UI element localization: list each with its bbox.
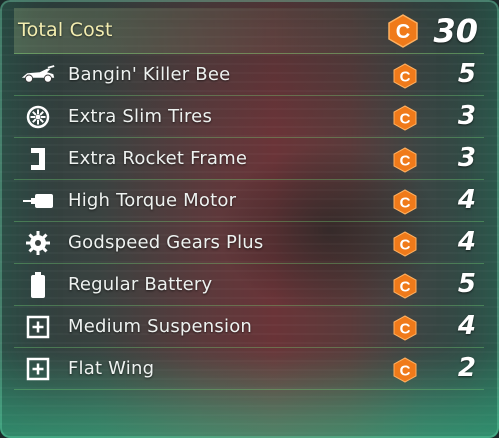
svg-text:C: C — [400, 111, 411, 128]
svg-text:C: C — [400, 237, 411, 254]
part-row: Bangin' Killer Bee C 5 — [14, 54, 484, 96]
tire-icon — [20, 103, 56, 131]
part-cost: 4 — [457, 227, 476, 257]
svg-text:C: C — [400, 69, 411, 86]
part-cost: 5 — [457, 59, 476, 89]
plus-box-icon — [20, 313, 56, 341]
part-cost: 3 — [457, 101, 476, 131]
part-cost: 5 — [457, 269, 476, 299]
part-label: Medium Suspension — [68, 316, 253, 337]
total-cost-value: 30 — [433, 12, 478, 50]
part-label: Bangin' Killer Bee — [68, 64, 231, 85]
gear-icon — [20, 229, 56, 257]
part-cost: 2 — [457, 353, 476, 383]
c-coin-icon: C — [393, 357, 417, 383]
battery-icon — [20, 271, 56, 299]
c-coin-icon: C — [393, 189, 417, 215]
part-row: Flat Wing C 2 — [14, 348, 484, 390]
c-coin-icon: C — [393, 315, 417, 341]
part-label: Regular Battery — [68, 274, 213, 295]
part-row: High Torque Motor C 4 — [14, 180, 484, 222]
total-cost-label: Total Cost — [18, 19, 113, 41]
part-label: High Torque Motor — [68, 190, 237, 211]
part-cost: 4 — [457, 311, 476, 341]
car-icon — [20, 61, 56, 89]
c-coin-icon: C — [393, 273, 417, 299]
c-coin-icon: C — [393, 105, 417, 131]
part-label: Flat Wing — [68, 358, 155, 379]
c-coin-icon: C — [393, 147, 417, 173]
part-row: Extra Rocket Frame C 3 — [14, 138, 484, 180]
svg-text:C: C — [400, 195, 411, 212]
part-cost: 4 — [457, 185, 476, 215]
svg-text:C: C — [400, 363, 411, 380]
motor-icon — [20, 187, 56, 215]
part-label: Extra Slim Tires — [68, 106, 213, 127]
part-row: Extra Slim Tires C 3 — [14, 96, 484, 138]
part-label: Godspeed Gears Plus — [68, 232, 264, 253]
svg-text:C: C — [400, 153, 411, 170]
cost-list: Total Cost C 30 Bangin' Killer Bee C 5 E… — [14, 8, 484, 390]
part-cost: 3 — [457, 143, 476, 173]
part-row: Medium Suspension C 4 — [14, 306, 484, 348]
c-coin-icon: C — [393, 63, 417, 89]
part-row: Regular Battery C 5 — [14, 264, 484, 306]
part-row: Godspeed Gears Plus C 4 — [14, 222, 484, 264]
total-cost-row: Total Cost C 30 — [14, 8, 484, 54]
plus-box-icon — [20, 355, 56, 383]
svg-text:C: C — [400, 279, 411, 296]
frame-icon — [20, 145, 56, 173]
cost-panel: Total Cost C 30 Bangin' Killer Bee C 5 E… — [0, 0, 499, 438]
c-coin-icon: C — [393, 231, 417, 257]
svg-text:C: C — [400, 321, 411, 338]
part-label: Extra Rocket Frame — [68, 148, 248, 169]
